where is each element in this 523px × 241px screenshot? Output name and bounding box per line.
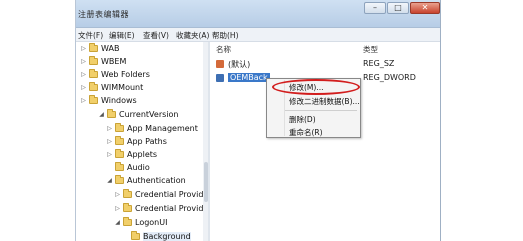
folder-icon xyxy=(115,148,124,158)
tree-node-label: Authentication xyxy=(127,175,186,185)
registry-editor-window: 注册表编辑器 – □ ✕ 文件(F) 编辑(E) 查看(V) 收藏夹(A) 帮助… xyxy=(75,0,441,241)
window-controls: – □ ✕ xyxy=(364,2,440,14)
folder-icon xyxy=(89,94,98,104)
title-bar: 注册表编辑器 – □ ✕ xyxy=(76,0,440,28)
tree-node-label: Windows xyxy=(101,95,137,105)
value-type: REG_DWORD xyxy=(363,73,416,82)
folder-icon xyxy=(115,174,124,184)
value-row[interactable]: (默认) REG_SZ xyxy=(210,58,440,70)
window-title: 注册表编辑器 xyxy=(78,10,129,19)
folder-icon xyxy=(123,188,132,198)
expand-arrow-icon[interactable]: ▷ xyxy=(106,151,113,158)
binary-value-icon xyxy=(216,74,224,82)
menu-item-delete[interactable]: 删除(D) xyxy=(289,114,316,125)
collapse-arrow-icon[interactable]: ◢ xyxy=(114,219,121,226)
expand-arrow-icon[interactable]: ▷ xyxy=(80,71,87,78)
expand-arrow-icon[interactable]: ▷ xyxy=(106,125,113,132)
expand-arrow-icon[interactable]: ▷ xyxy=(80,84,87,91)
highlight-annotation xyxy=(272,79,360,95)
tree-node-label: Applets xyxy=(127,149,158,159)
folder-icon xyxy=(89,42,98,52)
tree-node-label: Credential Provide xyxy=(135,189,209,199)
menu-help[interactable]: 帮助(H) xyxy=(212,30,239,41)
folder-icon xyxy=(89,81,98,91)
folder-icon xyxy=(89,68,98,78)
tree-node[interactable]: ▷ Credential Provide xyxy=(114,202,208,214)
tree-node-label: App Management xyxy=(127,123,198,133)
value-list: 名称 类型 (默认) REG_SZ OEMBack REG_DWORD xyxy=(210,42,440,241)
tree-node[interactable]: ◢ Authentication xyxy=(106,174,186,186)
menu-favorites[interactable]: 收藏夹(A) xyxy=(176,30,209,41)
tree-node-selected[interactable]: Background xyxy=(122,230,191,241)
tree-node[interactable]: ▷ App Management xyxy=(106,122,198,134)
menu-view[interactable]: 查看(V) xyxy=(143,30,169,41)
tree-node[interactable]: ▷ WBEM xyxy=(80,55,126,67)
value-name: (默认) xyxy=(228,60,251,69)
menu-item-modify-binary[interactable]: 修改二进制数据(B)... xyxy=(289,96,360,107)
expand-arrow-icon[interactable]: ▷ xyxy=(80,45,87,52)
tree-node[interactable]: ▷ Windows xyxy=(80,94,137,106)
tree-node-label: Audio xyxy=(127,162,150,172)
tree-node-label: CurrentVersion xyxy=(119,109,179,119)
tree-node-label: Credential Provide xyxy=(135,203,209,213)
tree-node[interactable]: ▷ App Paths xyxy=(106,135,167,147)
folder-icon xyxy=(115,135,124,145)
expand-arrow-icon[interactable]: ▷ xyxy=(80,58,87,65)
tree-node-label: WIMMount xyxy=(101,82,144,92)
minimize-button[interactable]: – xyxy=(364,2,386,14)
tree-node[interactable]: ◢ LogonUI xyxy=(114,216,167,228)
close-button[interactable]: ✕ xyxy=(410,2,440,14)
tree-node[interactable]: ◢ CurrentVersion xyxy=(98,108,178,120)
expand-arrow-icon[interactable]: ▷ xyxy=(114,191,121,198)
expand-arrow-icon[interactable]: ▷ xyxy=(106,138,113,145)
menu-file[interactable]: 文件(F) xyxy=(78,30,103,41)
menu-edit[interactable]: 编辑(E) xyxy=(109,30,135,41)
collapse-arrow-icon[interactable]: ◢ xyxy=(98,111,105,118)
string-value-icon xyxy=(216,60,224,68)
tree-node-label: LogonUI xyxy=(135,217,168,227)
maximize-button[interactable]: □ xyxy=(387,2,409,14)
tree-node-label: Web Folders xyxy=(101,69,150,79)
folder-icon xyxy=(123,202,132,212)
tree-node[interactable]: ▷ WIMMount xyxy=(80,81,143,93)
tree-node-label: WBEM xyxy=(101,56,127,66)
tree-node[interactable]: ▷ Applets xyxy=(106,148,157,160)
menu-bar: 文件(F) 编辑(E) 查看(V) 收藏夹(A) 帮助(H) xyxy=(76,28,440,42)
folder-icon xyxy=(107,108,116,118)
expand-arrow-icon[interactable]: ▷ xyxy=(114,205,121,212)
key-tree: ▷ WAB ▷ WBEM ▷ Web Folders ▷ WIMMount ▷ … xyxy=(76,42,208,241)
tree-node-label: Background xyxy=(143,231,191,241)
menu-separator xyxy=(285,110,357,111)
tree-node-label: WAB xyxy=(101,43,120,53)
folder-icon xyxy=(89,55,98,65)
column-header-name[interactable]: 名称 xyxy=(216,44,231,55)
collapse-arrow-icon[interactable]: ◢ xyxy=(106,177,113,184)
column-header-type[interactable]: 类型 xyxy=(363,44,378,55)
value-name: OEMBack xyxy=(228,73,270,82)
folder-icon xyxy=(115,161,124,171)
expand-arrow-icon[interactable]: ▷ xyxy=(80,97,87,104)
folder-icon xyxy=(115,122,124,132)
tree-node[interactable]: ▷ WAB xyxy=(80,42,119,54)
tree-node[interactable]: ▷ Web Folders xyxy=(80,68,150,80)
tree-node[interactable]: Audio xyxy=(106,161,150,173)
menu-item-rename[interactable]: 重命名(R) xyxy=(289,127,323,138)
value-type: REG_SZ xyxy=(363,59,395,68)
folder-icon xyxy=(131,230,140,240)
tree-node[interactable]: ▷ Credential Provide xyxy=(114,188,208,200)
tree-node-label: App Paths xyxy=(127,136,167,146)
folder-icon xyxy=(123,216,132,226)
